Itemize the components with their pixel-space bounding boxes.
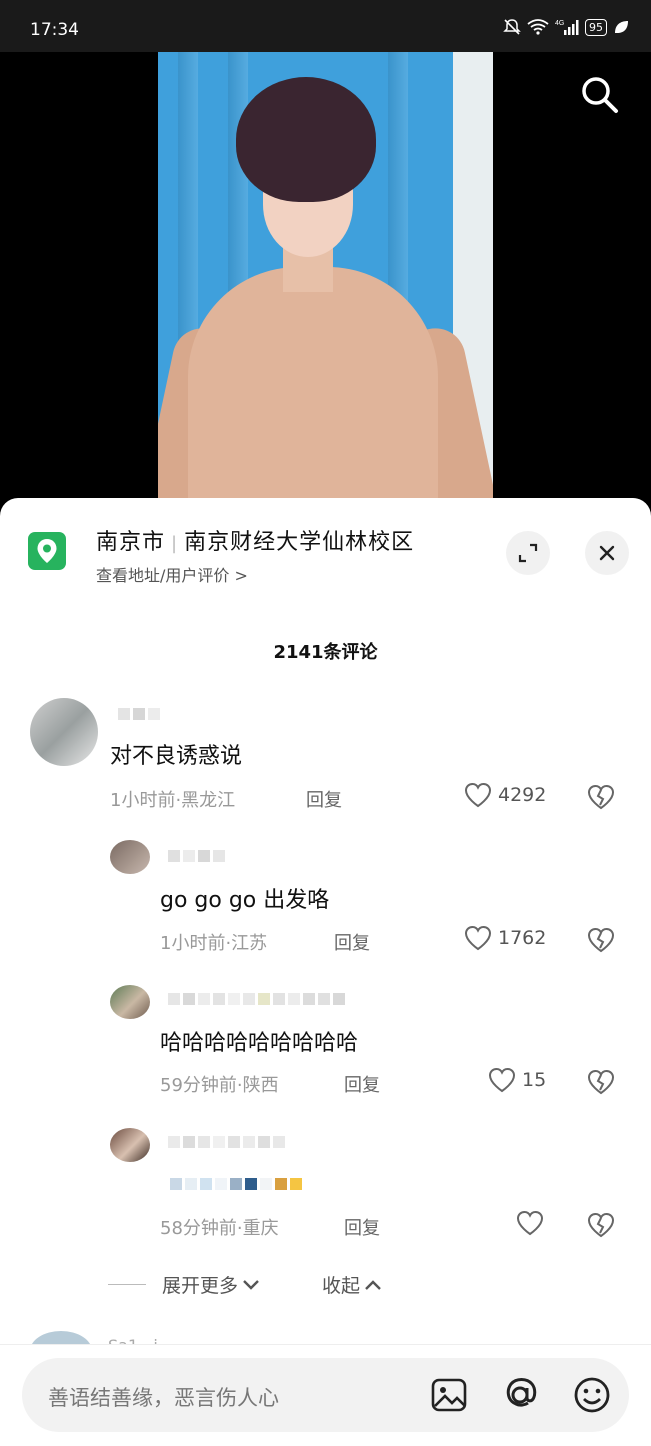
avatar[interactable] [110,1128,150,1162]
reply-button[interactable]: 回复 [344,1214,380,1240]
comment-meta: 58分钟前·重庆 [160,1218,279,1239]
comment-meta: 1小时前·黑龙江 [110,790,236,811]
broken-heart-icon[interactable] [587,1069,615,1099]
comment-text-redacted [170,1178,302,1190]
replies-toggle-row: 展开更多 收起 [108,1271,382,1298]
reply-button[interactable]: 回复 [306,786,342,812]
video-player[interactable] [0,52,651,502]
comment-meta: 1小时前·江苏 [160,933,268,954]
like-count: 4292 [498,784,547,806]
status-icons: 4G 95 [503,18,629,36]
status-bar: 17:34 4G 95 [0,0,651,52]
collapse-label: 收起 [322,1275,361,1297]
divider: | [171,533,179,554]
location-subtitle-link[interactable]: 查看地址/用户评价 > [96,562,248,586]
username-redacted[interactable] [168,1136,285,1148]
close-icon[interactable] [585,531,629,575]
location-title[interactable]: 南京市 | 南京财经大学仙林校区 [96,524,414,556]
comment-input-bar: 善语结善缘，恶言伤人心 [0,1344,651,1446]
battery-indicator: 95 [585,18,607,36]
broken-heart-icon[interactable] [587,784,615,814]
wifi-icon [527,19,549,35]
comment-text: 对不良诱惑说 [110,744,243,769]
heart-icon [464,925,492,951]
chevron-down-icon [243,1279,259,1290]
heart-icon [488,1067,516,1093]
username-redacted[interactable] [168,850,225,862]
avatar[interactable] [110,985,150,1019]
video-frame [158,52,493,502]
at-icon[interactable] [499,1374,541,1416]
username-redacted[interactable] [168,993,345,1005]
mute-bell-icon [503,19,521,35]
figure-torso [188,267,438,502]
divider [108,1284,146,1285]
reply-button[interactable]: 回复 [334,929,370,955]
avatar[interactable] [30,698,98,766]
reply-button[interactable]: 回复 [344,1071,380,1097]
avatar[interactable] [110,840,150,874]
heart-icon [516,1210,544,1236]
location-city: 南京市 [96,530,166,555]
leaf-icon [615,21,628,33]
location-pin-icon[interactable] [28,532,66,570]
broken-heart-icon[interactable] [587,1212,615,1242]
username-redacted[interactable] [118,708,160,720]
like-button[interactable] [516,1210,544,1236]
comment-meta: 59分钟前·陕西 [160,1075,279,1096]
emoji-icon[interactable] [571,1374,613,1416]
like-count: 15 [522,1069,547,1091]
like-count: 1762 [498,927,547,949]
status-time: 17:34 [30,20,79,40]
heart-icon [464,782,492,808]
like-button[interactable]: 15 [488,1067,546,1093]
comment-input[interactable]: 善语结善缘，恶言伤人心 [22,1358,629,1432]
collapse-button[interactable]: 收起 [322,1271,382,1298]
figure-hair [236,77,376,202]
comment-text: 哈哈哈哈哈哈哈哈哈 [160,1031,359,1056]
expand-icon[interactable] [506,531,550,575]
image-icon[interactable] [428,1374,470,1416]
signal-icon: 4G [555,20,579,35]
like-button[interactable]: 1762 [464,925,546,951]
expand-more-button[interactable]: 展开更多 [162,1271,260,1298]
comment-count: 2141条评论 [273,642,378,663]
svg-text:4G: 4G [555,20,564,27]
chevron-up-icon [365,1279,381,1290]
comment-sheet: 南京市 | 南京财经大学仙林校区 查看地址/用户评价 > 2141条评论 对不良诱惑… [0,498,651,1446]
expand-more-label: 展开更多 [162,1275,239,1297]
comment-input-placeholder: 善语结善缘，恶言伤人心 [48,1386,279,1410]
search-icon[interactable] [579,74,621,116]
like-button[interactable]: 4292 [464,782,546,808]
broken-heart-icon[interactable] [587,927,615,957]
location-place: 南京财经大学仙林校区 [184,530,415,555]
comment-text: go go go 出发咯 [160,888,330,913]
